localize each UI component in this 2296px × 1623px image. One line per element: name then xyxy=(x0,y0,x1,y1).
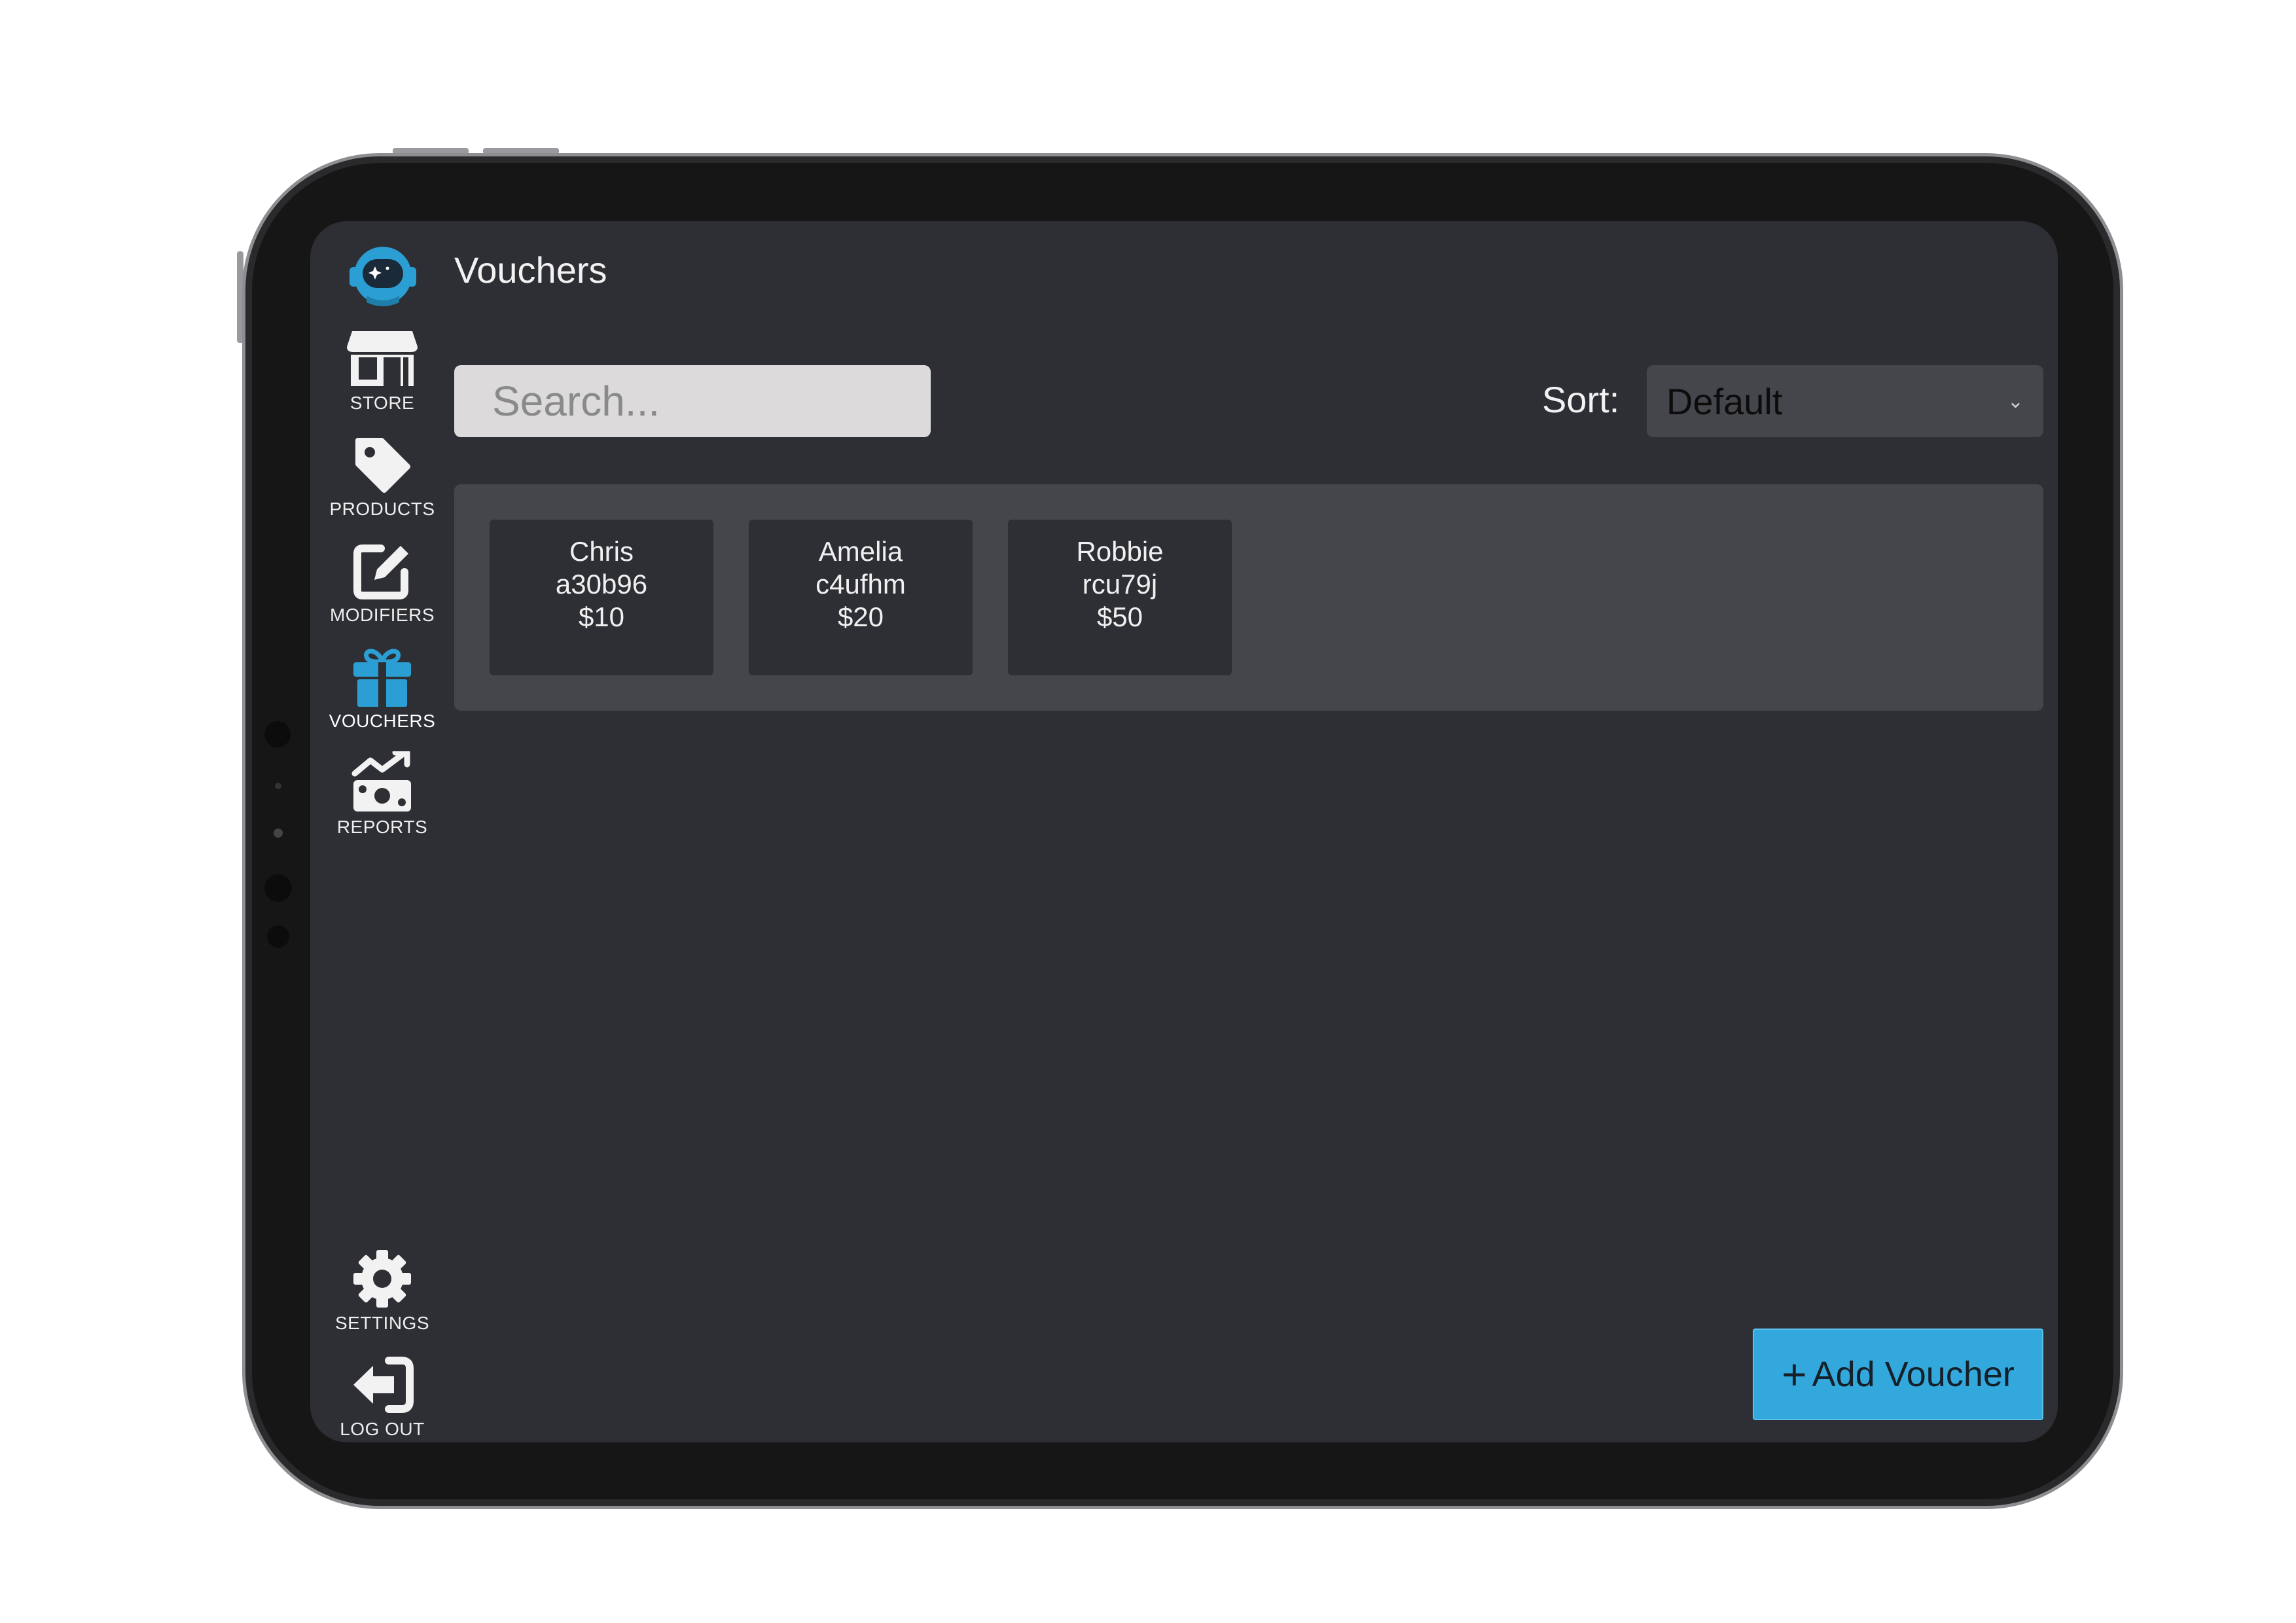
sidebar-item-label: VOUCHERS xyxy=(329,711,436,731)
sidebar-item-label: MODIFIERS xyxy=(329,605,435,625)
camera-dot xyxy=(264,874,292,902)
voucher-amount: $10 xyxy=(578,601,625,632)
sidebar-item-logout[interactable]: LOG OUT xyxy=(310,1352,454,1440)
gear-icon xyxy=(343,1246,422,1311)
vouchers-panel: Chris a30b96 $10 Amelia c4ufhm $20 Robbi… xyxy=(454,484,2043,711)
sort-dropdown[interactable]: Default ⌄ xyxy=(1647,365,2043,437)
sidebar-item-label: SETTINGS xyxy=(334,1313,429,1333)
sidebar-item-products[interactable]: PRODUCTS xyxy=(310,432,454,520)
voucher-code: a30b96 xyxy=(555,569,648,599)
reports-icon xyxy=(343,750,422,815)
camera-dot xyxy=(264,721,291,747)
sidebar-item-vouchers[interactable]: VOUCHERS xyxy=(310,644,454,732)
sidebar-item-modifiers[interactable]: MODIFIERS xyxy=(310,538,454,626)
search-input[interactable] xyxy=(454,365,931,437)
voucher-name: Chris xyxy=(569,536,634,567)
sidebar-item-label: LOG OUT xyxy=(340,1419,425,1439)
camera-dot xyxy=(267,925,289,948)
sidebar-item-settings[interactable]: SETTINGS xyxy=(310,1246,454,1334)
app-screen: STORE PRODUCTS MODIFIERS VOUCHERS REPORT… xyxy=(310,221,2058,1442)
voucher-amount: $20 xyxy=(837,601,884,632)
voucher-card[interactable]: Robbie rcu79j $50 xyxy=(1008,520,1232,675)
sort-label: Sort: xyxy=(1542,379,1620,420)
sort-selected-value: Default xyxy=(1666,380,1783,422)
sidebar-item-label: PRODUCTS xyxy=(329,499,435,519)
voucher-card[interactable]: Chris a30b96 $10 xyxy=(490,520,713,675)
gift-icon xyxy=(343,644,422,709)
voucher-card[interactable]: Amelia c4ufhm $20 xyxy=(749,520,973,675)
sidebar-item-label: STORE xyxy=(350,393,415,413)
logout-icon xyxy=(343,1352,422,1418)
voucher-code: c4ufhm xyxy=(816,569,906,599)
plus-icon: + xyxy=(1782,1350,1807,1399)
sidebar-item-reports[interactable]: REPORTS xyxy=(310,750,454,838)
add-voucher-label: Add Voucher xyxy=(1812,1355,2015,1394)
sensor-dot xyxy=(275,783,281,789)
voucher-code: rcu79j xyxy=(1082,569,1158,599)
edit-icon xyxy=(343,538,422,603)
store-icon xyxy=(343,326,422,391)
voucher-amount: $50 xyxy=(1096,601,1143,632)
sidebar-item-store[interactable]: STORE xyxy=(310,326,454,414)
add-voucher-button[interactable]: + Add Voucher xyxy=(1753,1329,2043,1420)
sensor-dot xyxy=(274,829,283,838)
chevron-down-icon: ⌄ xyxy=(2007,390,2024,412)
page-title: Vouchers xyxy=(454,249,607,291)
voucher-name: Robbie xyxy=(1076,536,1164,567)
sidebar-item-label: REPORTS xyxy=(336,817,428,837)
astronaut-logo-icon[interactable] xyxy=(347,240,419,312)
sidebar: STORE PRODUCTS MODIFIERS VOUCHERS REPORT… xyxy=(310,221,454,1442)
voucher-name: Amelia xyxy=(818,536,903,567)
tag-icon xyxy=(343,432,422,497)
